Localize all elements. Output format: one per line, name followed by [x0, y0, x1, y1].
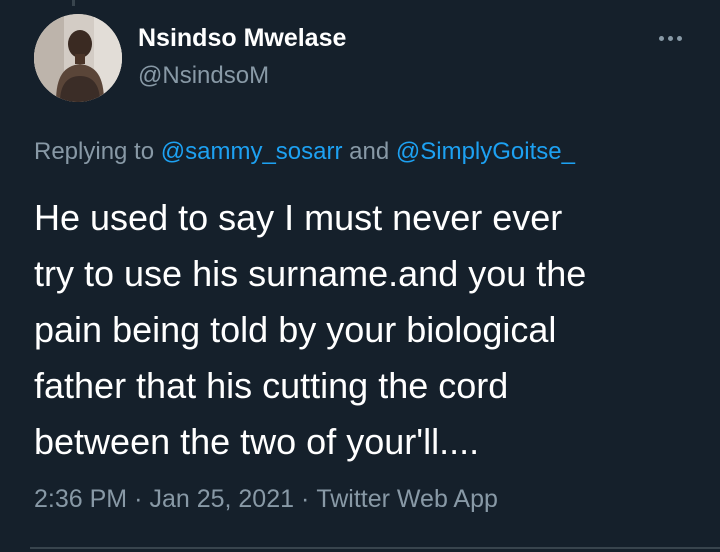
reply-conjunction: and [349, 138, 390, 165]
author-avatar[interactable] [34, 14, 122, 102]
tweet-text-line: try to use his surname.and you the [34, 253, 587, 294]
more-dot [667, 35, 673, 41]
tweet-text-line: pain being told by your biological [34, 309, 557, 350]
more-dot [658, 35, 664, 41]
tweet-text-line: He used to say I must never ever [34, 197, 563, 238]
tweet-date[interactable]: Jan 25, 2021 [149, 485, 294, 513]
more-dot [676, 35, 682, 41]
replying-to-label: Replying to [34, 138, 155, 165]
replying-to-line: Replying to @sammy_sosarr and @SimplyGoi… [34, 138, 575, 166]
thread-connector-line [72, 0, 75, 6]
reply-mention-simplygoitse[interactable]: @SimplyGoitse_ [396, 138, 575, 165]
profile-photo-icon [34, 14, 122, 102]
tweet-card: Nsindso Mwelase @NsindsoM Replying to @s… [0, 0, 720, 552]
author-name[interactable]: Nsindso Mwelase [138, 24, 346, 53]
reply-mention-sammy[interactable]: @sammy_sosarr [161, 138, 343, 165]
tweet-text-line: father that his cutting the cord [34, 365, 509, 406]
tweet-source-app[interactable]: Twitter Web App [316, 485, 498, 513]
tweet-divider [30, 547, 720, 549]
meta-separator: · [134, 485, 143, 513]
tweet-text: He used to say I must never ever try to … [34, 190, 714, 470]
tweet-metadata: 2:36 PM · Jan 25, 2021 · Twitter Web App [34, 485, 498, 514]
more-options-icon[interactable] [650, 26, 690, 50]
tweet-time[interactable]: 2:36 PM [34, 485, 127, 513]
meta-separator: · [301, 485, 310, 513]
tweet-text-line: between the two of your'll.... [34, 421, 480, 462]
author-handle[interactable]: @NsindsoM [138, 62, 269, 90]
